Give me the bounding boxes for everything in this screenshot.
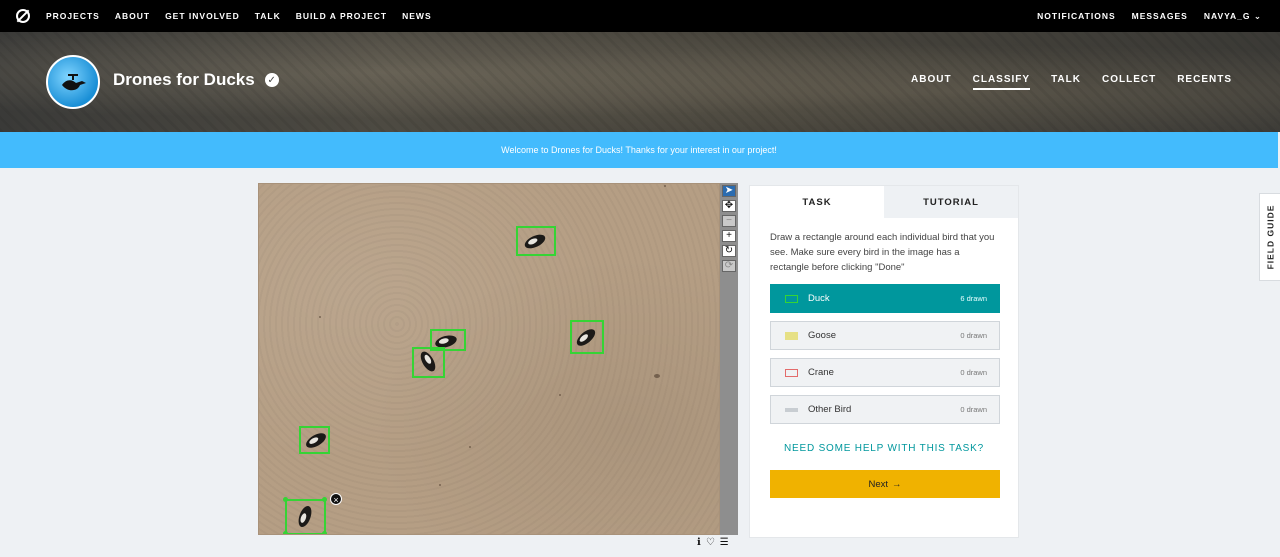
tool-option-count: 0 drawn [960,368,987,377]
resize-handle[interactable] [283,531,288,534]
tool-option-crane[interactable]: Crane 0 drawn [770,358,1000,387]
zooniverse-logo-icon[interactable] [16,9,30,23]
nav-build-a-project[interactable]: BUILD A PROJECT [296,11,387,21]
project-nav: ABOUT CLASSIFY TALK COLLECT RECENTS [911,74,1232,90]
field-guide-label: FIELD GUIDE [1265,204,1275,270]
duck-annotation-box[interactable] [299,426,330,454]
goose-swatch-icon [785,331,798,340]
ground-speck [319,316,321,318]
duck-logo-icon [62,74,86,91]
next-button[interactable]: Next → [770,470,1000,498]
ground-speck [654,374,660,378]
delete-mark-button[interactable]: × [330,493,342,505]
project-avatar[interactable] [46,55,100,109]
nav-about[interactable]: ABOUT [115,11,150,21]
tool-option-other-bird[interactable]: Other Bird 0 drawn [770,395,1000,424]
project-nav-about[interactable]: ABOUT [911,74,952,90]
info-icon[interactable]: ℹ [697,537,701,548]
pointer-tool-icon[interactable]: ➤ [722,185,736,197]
tool-options: Duck 6 drawn Goose 0 drawn Crane 0 drawn… [770,284,1000,432]
subject-image[interactable] [258,183,720,535]
duck-annotation-box[interactable] [516,226,556,256]
nav-projects[interactable]: PROJECTS [46,11,100,21]
tab-tutorial[interactable]: TUTORIAL [884,186,1018,218]
tool-option-label: Crane [808,367,834,378]
site-nav-right: NOTIFICATIONS MESSAGES NAVYA_G [1037,0,1262,32]
verified-check-icon: ✓ [264,73,279,87]
nav-talk[interactable]: TALK [255,11,281,21]
zoom-in-icon[interactable]: + [722,230,736,242]
collections-list-icon[interactable]: ☰ [720,537,729,548]
tool-option-label: Other Bird [808,404,852,415]
duck-annotation-box-selected[interactable] [285,499,326,534]
move-tool-icon[interactable]: ✥ [722,200,736,212]
ground-speck [664,185,666,187]
ground-speck [439,484,441,486]
resize-handle[interactable] [322,497,327,502]
heart-icon[interactable]: ♡ [706,537,715,548]
project-nav-recents[interactable]: RECENTS [1177,74,1232,90]
project-header: Drones for Ducks ✓ ABOUT CLASSIFY TALK C… [0,32,1280,132]
field-guide-tab[interactable]: FIELD GUIDE [1259,193,1280,281]
welcome-banner: Welcome to Drones for Ducks! Thanks for … [0,132,1278,168]
viewer-toolbar: ➤ ✥ − + ↻ ⟳ [720,183,738,535]
tool-option-count: 0 drawn [960,331,987,340]
duck-annotation-box[interactable] [412,347,445,378]
tool-option-label: Duck [808,293,830,304]
project-nav-collect[interactable]: COLLECT [1102,74,1156,90]
project-title-text: Drones for Ducks [113,70,255,89]
resize-handle[interactable] [283,497,288,502]
resize-handle[interactable] [322,531,327,534]
task-tabs: TASK TUTORIAL [750,186,1018,218]
task-help-link[interactable]: NEED SOME HELP WITH THIS TASK? [750,443,1018,454]
tool-option-goose[interactable]: Goose 0 drawn [770,321,1000,350]
subject-meta-tools: ℹ ♡ ☰ [697,537,729,548]
site-nav: PROJECTS ABOUT GET INVOLVED TALK BUILD A… [0,0,1280,32]
nav-notifications[interactable]: NOTIFICATIONS [1037,11,1115,21]
nav-messages[interactable]: MESSAGES [1132,11,1188,21]
user-menu[interactable]: NAVYA_G [1204,11,1262,22]
ground-speck [469,446,471,448]
welcome-banner-text: Welcome to Drones for Ducks! Thanks for … [501,145,777,155]
nav-get-involved[interactable]: GET INVOLVED [165,11,240,21]
reset-view-icon[interactable]: ⟳ [722,260,736,272]
project-nav-talk[interactable]: TALK [1051,74,1081,90]
nav-news[interactable]: NEWS [402,11,432,21]
next-button-label: Next [868,478,889,490]
duck-swatch-icon [785,294,798,303]
project-nav-classify[interactable]: CLASSIFY [972,74,1031,90]
zoom-out-icon[interactable]: − [722,215,736,227]
tool-option-label: Goose [808,330,836,341]
ground-speck [559,394,561,396]
tool-option-count: 0 drawn [960,405,987,414]
project-title[interactable]: Drones for Ducks ✓ [113,70,279,90]
crane-swatch-icon [785,368,798,377]
task-instructions: Draw a rectangle around each individual … [770,232,995,273]
arrow-right-icon: → [892,478,902,490]
tool-option-count: 6 drawn [960,294,987,303]
ground-speck [589,534,591,535]
rotate-icon[interactable]: ↻ [722,245,736,257]
task-panel: TASK TUTORIAL Draw a rectangle around ea… [749,185,1019,538]
tab-task[interactable]: TASK [750,186,884,218]
duck-annotation-box[interactable] [570,320,604,354]
site-nav-links: PROJECTS ABOUT GET INVOLVED TALK BUILD A… [46,11,432,21]
other-bird-swatch-icon [785,407,798,412]
tool-option-duck[interactable]: Duck 6 drawn [770,284,1000,313]
